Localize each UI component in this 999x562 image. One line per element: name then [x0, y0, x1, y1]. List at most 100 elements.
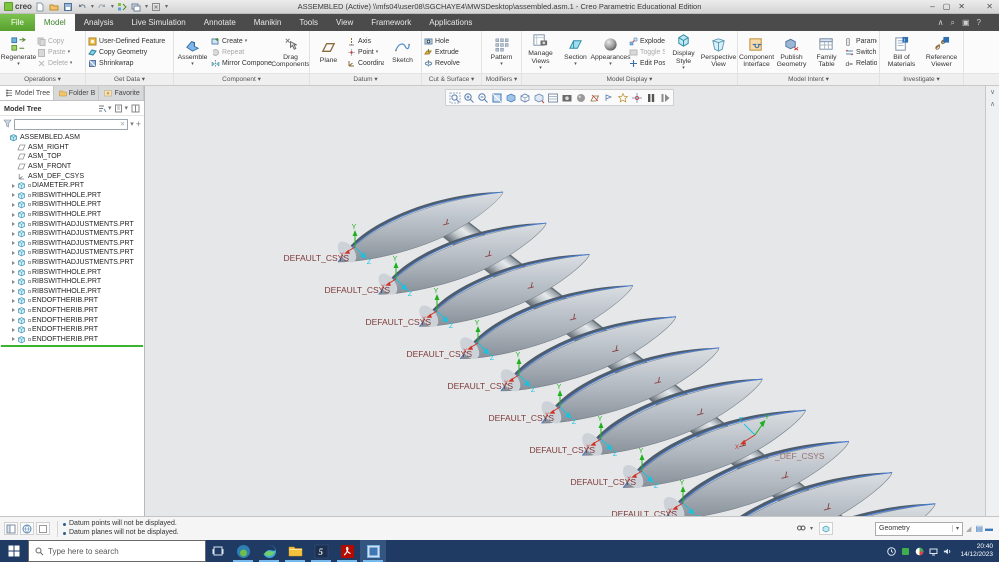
tree-item[interactable]: RIBSWITHHOLE.PRT	[0, 267, 144, 277]
tree-item[interactable]: ENDOFTHERIB.PRT	[0, 296, 144, 306]
plane-button[interactable]: Plane	[312, 39, 345, 64]
taskbar-app-acrobat[interactable]	[334, 540, 360, 562]
tab-applications[interactable]: Applications	[420, 14, 481, 31]
group-label-investigate[interactable]: Investigate ▾	[880, 73, 963, 85]
tab-view[interactable]: View	[327, 14, 362, 31]
expand-icon[interactable]	[12, 212, 15, 217]
expand-icon[interactable]	[12, 318, 15, 323]
tree-item[interactable]: RIBSWITHADJUSTMENTS.PRT	[0, 219, 144, 229]
csys-label[interactable]: DEFAULT_CSYS	[365, 317, 431, 327]
repaint-icon[interactable]	[490, 91, 503, 104]
csys-label[interactable]: DEFAULT_CSYS	[283, 253, 349, 263]
expand-icon[interactable]	[12, 183, 15, 188]
collapse-icon[interactable]: ▬	[985, 524, 993, 533]
undo-caret-icon[interactable]: ▾	[91, 3, 94, 10]
tree-item[interactable]: RIBSWITHHOLE.PRT	[0, 287, 144, 297]
tree-item[interactable]: ASM_RIGHT	[0, 143, 144, 153]
parameters-button[interactable]: []Parameters	[845, 37, 877, 46]
designate-icon[interactable]	[616, 91, 629, 104]
qat-customize-caret-icon[interactable]: ▾	[165, 3, 168, 10]
appearance-gallery-icon[interactable]	[574, 91, 587, 104]
search-options-caret-icon[interactable]: ▾	[130, 120, 134, 128]
pause-icon[interactable]	[644, 91, 657, 104]
minimize-button[interactable]: –	[930, 2, 934, 11]
manage-views-button[interactable]: Manage Views ▾	[524, 32, 557, 71]
command-search-icon[interactable]: ⌕	[951, 18, 955, 28]
creo-logo[interactable]: creo	[4, 2, 32, 11]
group-label-modifiers[interactable]: Modifiers ▾	[482, 73, 521, 85]
window-switch-caret-icon[interactable]: ▾	[145, 3, 148, 10]
3d-box-select-icon[interactable]	[819, 522, 834, 535]
help-icon[interactable]: ?	[977, 18, 981, 27]
graphics-area[interactable]: Y Z X DEFAULT_CSYS Y Z X DEFAULT_CSYS Y Z X DEFAULT…	[145, 86, 985, 516]
asm-csys-label[interactable]: _DEF_CSYS	[774, 451, 825, 461]
tab-framework[interactable]: Framework	[362, 14, 420, 31]
tree-item[interactable]: ASM_DEF_CSYS	[0, 171, 144, 181]
group-label-operations[interactable]: Operations ▾	[0, 73, 85, 85]
redo-icon[interactable]	[97, 1, 108, 12]
paste-button[interactable]: Paste ▾	[37, 48, 72, 57]
expand-icon[interactable]	[12, 260, 15, 265]
appearances-button[interactable]: Appearances ▾	[590, 36, 631, 68]
browser-close-icon[interactable]: ✕	[986, 2, 993, 11]
expand-icon[interactable]	[12, 337, 15, 342]
expand-icon[interactable]	[12, 270, 15, 275]
expand-icon[interactable]	[12, 222, 15, 227]
tab-favorites[interactable]: Favorite	[99, 86, 144, 100]
refit-icon[interactable]	[448, 91, 461, 104]
toggle-status-button[interactable]: Toggle Status	[629, 48, 665, 57]
task-view-button[interactable]	[206, 540, 230, 562]
expand-icon[interactable]	[12, 289, 15, 294]
datum-display-filters-icon[interactable]	[588, 91, 601, 104]
assemble-button[interactable]: Assemble ▾	[176, 36, 209, 68]
group-label-model-display[interactable]: Model Display ▾	[522, 73, 737, 85]
find-icon[interactable]	[794, 522, 808, 535]
csys-label[interactable]: DEFAULT_CSYS	[570, 477, 636, 487]
tree-item[interactable]: RIBSWITHHOLE.PRT	[0, 191, 144, 201]
csys-label[interactable]: DEFAULT_CSYS	[611, 509, 677, 516]
regenerate-quick-icon[interactable]	[117, 1, 128, 12]
clear-search-icon[interactable]: ✕	[120, 120, 125, 128]
taskbar-app-edge[interactable]	[256, 540, 282, 562]
group-label-get-data[interactable]: Get Data ▾	[86, 73, 173, 85]
selection-filter-dropdown[interactable]: Geometry ▾	[875, 521, 964, 536]
tree-item[interactable]: RIBSWITHADJUSTMENTS.PRT	[0, 258, 144, 268]
user-defined-feature-button[interactable]: User-Defined Feature	[88, 37, 165, 46]
point-button[interactable]: Point ▾	[347, 48, 384, 57]
expand-icon[interactable]	[12, 231, 15, 236]
hole-button[interactable]: Hole	[424, 37, 460, 46]
filter-funnel-icon[interactable]	[3, 119, 12, 130]
3d-viewport[interactable]: YZXDEFAULT_CSYS YZXDEFAULT_CSYS YZXDEFAULT…	[145, 86, 985, 516]
repeat-button[interactable]: Repeat	[211, 48, 272, 57]
maximize-button[interactable]: ▢	[943, 2, 951, 11]
spin-center-icon[interactable]	[630, 91, 643, 104]
publish-geometry-button[interactable]: Publish Geometry	[775, 36, 808, 69]
zoom-in-icon[interactable]	[462, 91, 475, 104]
sketch-button[interactable]: Sketch	[386, 39, 419, 64]
tree-item[interactable]: ASM_TOP	[0, 152, 144, 162]
tree-item[interactable]: RIBSWITHADJUSTMENTS.PRT	[0, 248, 144, 258]
reference-viewer-button[interactable]: Reference Viewer	[923, 36, 961, 69]
close-button[interactable]: ✕	[958, 2, 965, 11]
expand-icon[interactable]	[12, 327, 15, 332]
tab-model[interactable]: Model	[34, 14, 75, 31]
delete-button[interactable]: Delete ▾	[37, 59, 72, 68]
taskbar-search-input[interactable]: Type here to search	[28, 540, 206, 562]
expand-icon[interactable]	[12, 308, 15, 313]
copy-button[interactable]: Copy	[37, 37, 72, 46]
toggle-navigator-icon[interactable]	[4, 522, 18, 535]
csys-label[interactable]: DEFAULT_CSYS	[488, 413, 554, 423]
window-icon[interactable]: ▣	[962, 18, 970, 27]
taskbar-app-citrix[interactable]	[230, 540, 256, 562]
window-switch-icon[interactable]	[131, 1, 142, 12]
bill-of-materials-button[interactable]: i Bill of Materials	[883, 36, 921, 69]
tab-file[interactable]: File	[0, 14, 35, 31]
regenerate-button[interactable]: Regenerate ▾	[1, 36, 36, 68]
extrude-button[interactable]: Extrude	[424, 48, 460, 57]
relations-button[interactable]: d=Relations	[845, 59, 878, 68]
open-file-icon[interactable]	[49, 1, 60, 12]
group-label-cut-surface[interactable]: Cut & Surface ▾	[422, 73, 481, 85]
tab-live-simulation[interactable]: Live Simulation	[122, 14, 194, 31]
group-label-component[interactable]: Component ▾	[174, 73, 309, 85]
tab-tools[interactable]: Tools	[290, 14, 327, 31]
